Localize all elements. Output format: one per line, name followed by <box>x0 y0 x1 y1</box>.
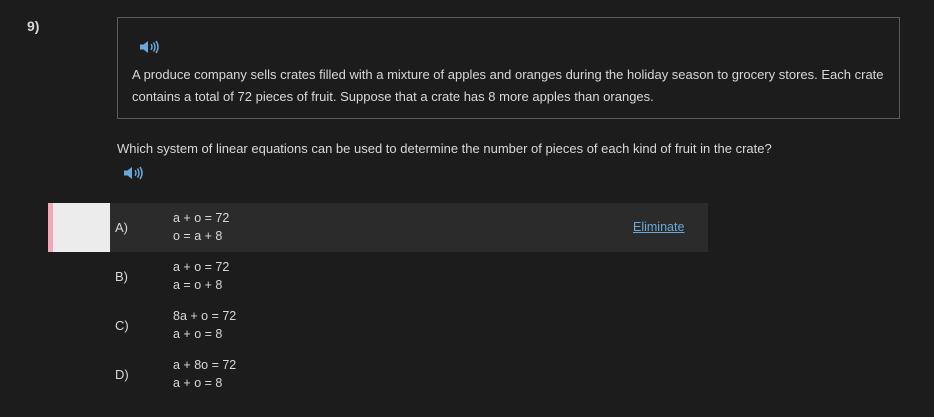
choice-equation-2: a + o = 8 <box>173 376 223 390</box>
passage-box: A produce company sells crates filled wi… <box>117 17 900 119</box>
prompt-audio-button[interactable] <box>122 165 144 181</box>
choice-letter: A) <box>115 220 128 235</box>
choice-equation-2: a + o = 8 <box>173 327 223 341</box>
choice-letter: D) <box>115 367 129 382</box>
choice-letter: B) <box>115 269 128 284</box>
speaker-icon <box>140 40 159 54</box>
eliminate-link[interactable]: Eliminate <box>633 220 684 234</box>
choice-equation-1: a + o = 72 <box>173 211 230 225</box>
choice-a[interactable]: A) a + o = 72 o = a + 8 Eliminate <box>48 203 708 252</box>
choice-equation-1: a + 8o = 72 <box>173 358 237 372</box>
question-number: 9) <box>27 18 40 34</box>
speaker-icon <box>124 166 143 180</box>
passage-text: A produce company sells crates filled wi… <box>132 67 884 104</box>
passage-audio-button[interactable] <box>138 39 160 55</box>
choice-equation-1: 8a + o = 72 <box>173 309 237 323</box>
choice-d[interactable]: D) a + 8o = 72 a + o = 8 <box>48 350 708 399</box>
choice-b[interactable]: B) a + o = 72 a = o + 8 <box>48 252 708 301</box>
selected-choice-marker <box>48 203 110 252</box>
choice-equation-1: a + o = 72 <box>173 260 230 274</box>
choice-c[interactable]: C) 8a + o = 72 a + o = 8 <box>48 301 708 350</box>
question-prompt: Which system of linear equations can be … <box>117 141 772 156</box>
choice-equation-2: a = o + 8 <box>173 278 223 292</box>
choice-letter: C) <box>115 318 129 333</box>
choice-equation-2: o = a + 8 <box>173 229 223 243</box>
